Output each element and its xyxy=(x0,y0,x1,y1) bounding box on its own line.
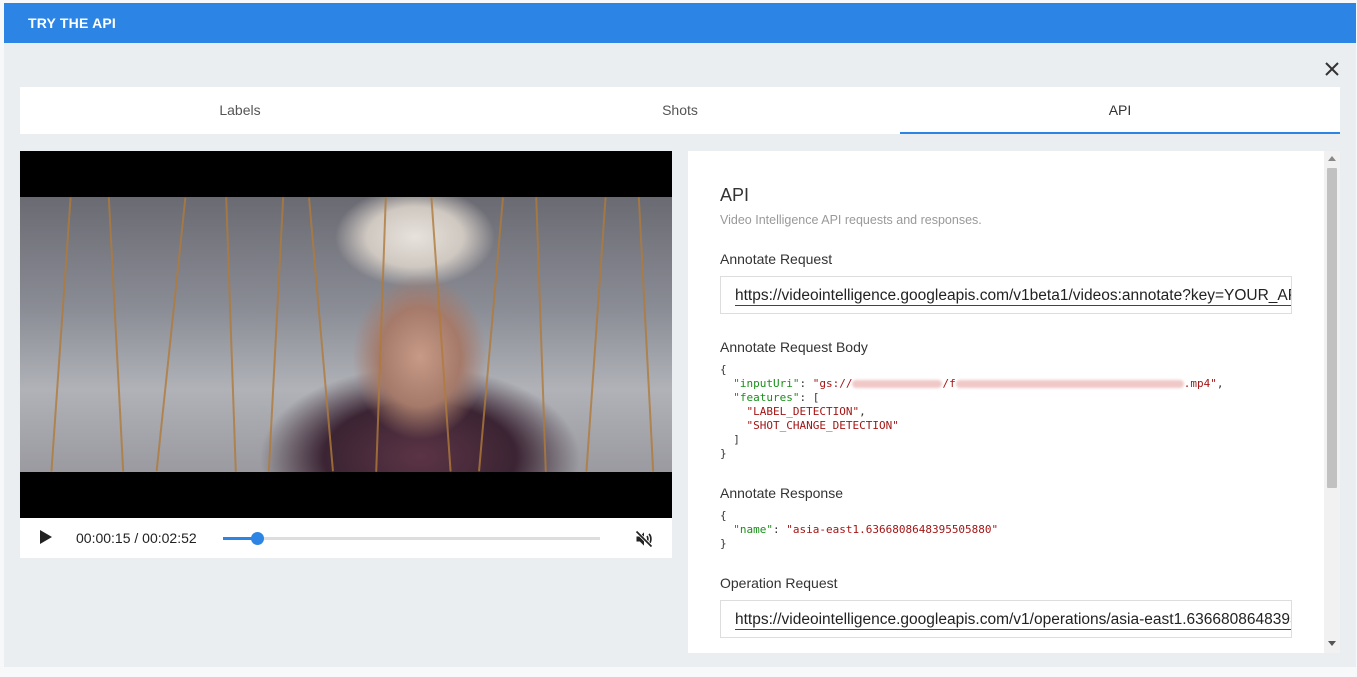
seek-bar[interactable] xyxy=(223,532,600,545)
tab-labels[interactable]: Labels xyxy=(20,87,460,134)
tab-shots[interactable]: Shots xyxy=(460,87,900,134)
panel-scrollbar[interactable] xyxy=(1324,151,1340,653)
annotate-request-url: https://videointelligence.googleapis.com… xyxy=(735,287,1292,304)
video-player[interactable] xyxy=(20,151,672,518)
api-panel: API Video Intelligence API requests and … xyxy=(688,151,1324,653)
api-subtitle: Video Intelligence API requests and resp… xyxy=(720,213,982,227)
scrollbar-thumb[interactable] xyxy=(1327,168,1337,488)
seek-bar-thumb[interactable] xyxy=(250,532,264,545)
operation-request-field[interactable]: https://videointelligence.googleapis.com… xyxy=(720,600,1292,638)
header-title: TRY THE API xyxy=(28,15,117,31)
video-frame xyxy=(20,197,672,472)
annotate-request-field[interactable]: https://videointelligence.googleapis.com… xyxy=(720,276,1292,314)
close-button[interactable] xyxy=(1320,57,1344,81)
mute-button[interactable] xyxy=(634,529,654,549)
tab-bar: Labels Shots API xyxy=(20,87,1340,134)
annotate-request-body: { "inputUri": "gs:///f .mp4", "features":… xyxy=(720,363,1224,460)
try-api-dialog: TRY THE API Labels Shots API 00:00:15 / xyxy=(4,3,1356,667)
operation-request-label: Operation Request xyxy=(720,575,838,591)
annotate-request-body-label: Annotate Request Body xyxy=(720,339,868,355)
annotate-response-body: { "name": "asia-east1.636680864839550588… xyxy=(720,509,999,550)
scroll-up-arrow-icon[interactable] xyxy=(1328,156,1336,161)
volume-off-icon xyxy=(635,530,653,548)
player-controls: 00:00:15 / 00:02:52 xyxy=(20,518,672,558)
play-icon[interactable] xyxy=(40,530,52,544)
api-title: API xyxy=(720,185,750,205)
time-display: 00:00:15 / 00:02:52 xyxy=(76,530,197,546)
annotate-request-label: Annotate Request xyxy=(720,251,833,267)
scroll-down-arrow-icon[interactable] xyxy=(1328,641,1336,646)
header-bar: TRY THE API xyxy=(4,3,1356,43)
operation-request-url: https://videointelligence.googleapis.com… xyxy=(735,611,1292,628)
tab-api[interactable]: API xyxy=(900,87,1340,134)
close-icon xyxy=(1325,62,1339,76)
annotate-response-label: Annotate Response xyxy=(720,485,843,501)
